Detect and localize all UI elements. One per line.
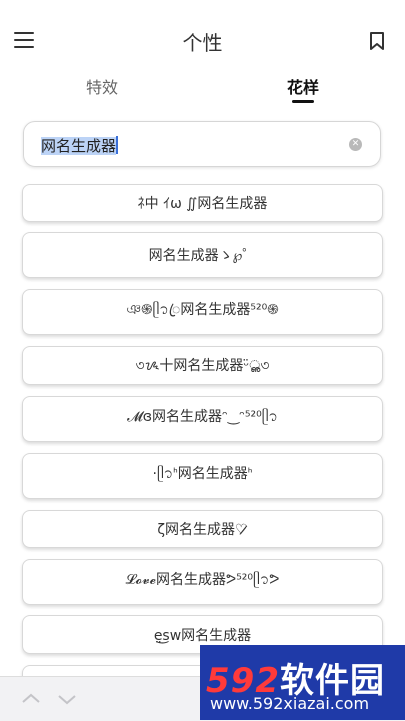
name-input[interactable]: 网名生成器 ✕ [23, 121, 381, 167]
site-watermark: 592软件园 www.592xiazai.com [200, 645, 405, 720]
bookmark-icon[interactable] [369, 31, 385, 51]
result-item[interactable]: 𝓜ɞ网名生成器ᵔ‿ᵔ⁵²⁰ᥫ᭡ [22, 396, 383, 442]
chevron-down-icon[interactable] [55, 687, 79, 711]
result-item[interactable]: ﾈ中 ｲω ∬网名生成器 [22, 184, 383, 222]
page-title: 个性 [182, 31, 223, 55]
result-item[interactable]: ·ᥫ᭡ᑋ网名生成器ᑋ [22, 453, 383, 499]
watermark-url: www.592xiazai.com [210, 694, 370, 713]
top-bar: 个性 [0, 0, 405, 64]
chevron-up-icon[interactable] [19, 687, 43, 711]
tab-fancy[interactable]: 花样 [287, 74, 319, 98]
active-tab-indicator [292, 100, 314, 103]
clear-icon[interactable]: ✕ [349, 138, 362, 151]
result-item[interactable]: 网名生成器ゝ℘゜ [22, 232, 383, 278]
input-value[interactable]: 网名生成器 [41, 135, 119, 156]
tab-effects[interactable]: 特效 [86, 74, 118, 98]
result-item[interactable]: 𝓛𝓸𝓿𝓮网名生成器ᕗ⁵²⁰ᥫ᭡ᕗ [22, 559, 383, 605]
result-item[interactable]: ৩ᝰ十网名生成器ᵕ̈ൢ৩ [22, 346, 383, 385]
result-item[interactable]: ζ网名生成器♡̷̷ [22, 510, 383, 548]
text-caret [116, 136, 119, 154]
result-item[interactable]: ঞ֍ᥫ᭡ꦿ网名生成器⁵²⁰֍ [22, 289, 383, 335]
tab-bar: 特效 花样 [0, 70, 405, 110]
